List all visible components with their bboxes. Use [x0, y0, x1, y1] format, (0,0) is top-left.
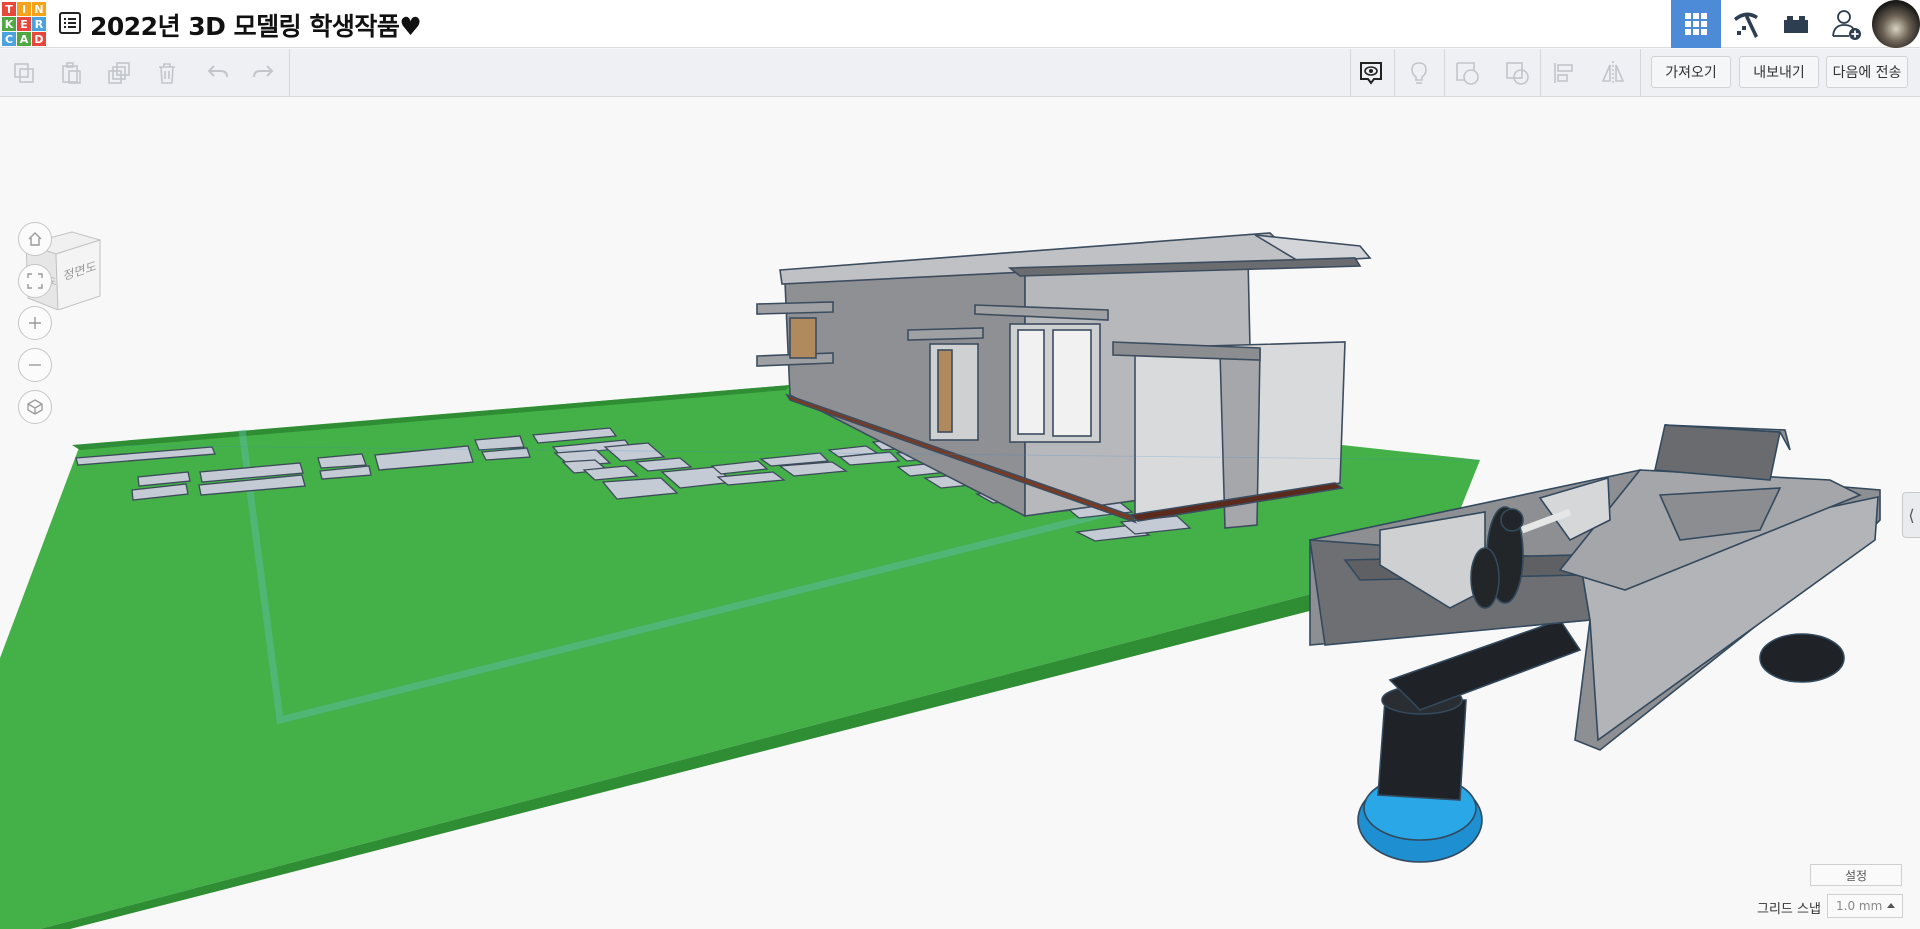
copy-icon[interactable] [10, 59, 38, 87]
user-avatar[interactable] [1872, 0, 1920, 48]
add-user-icon[interactable] [1821, 0, 1871, 48]
edit-toolbar: 가져오기 내보내기 다음에 전송 [0, 49, 1920, 97]
logo-letter: C [2, 32, 16, 46]
ortho-icon[interactable] [18, 390, 52, 424]
undo-icon[interactable] [204, 59, 232, 87]
zoom-out-icon[interactable] [18, 348, 52, 382]
3d-scene[interactable] [0, 98, 1920, 929]
design-list-icon[interactable] [58, 11, 82, 35]
app-header: T I N K E R C A D 2022년 3D 모델링 학생작품♥ [0, 0, 1920, 48]
grid-snap-value: 1.0 mm [1836, 899, 1883, 913]
logo-letter: E [17, 17, 31, 31]
logo-letter: I [17, 2, 31, 16]
delete-icon[interactable] [153, 59, 181, 87]
chevron-left-icon: ⟨ [1908, 505, 1915, 525]
mirror-icon[interactable] [1599, 59, 1627, 87]
notes-icon[interactable] [1357, 59, 1385, 87]
3d-design-grid-icon[interactable] [1671, 0, 1721, 48]
toolbar-divider [1394, 49, 1395, 97]
home-icon[interactable] [18, 222, 52, 256]
tinkercad-logo[interactable]: T I N K E R C A D [2, 2, 46, 46]
logo-letter: A [17, 32, 31, 46]
redo-icon[interactable] [249, 59, 277, 87]
grid-snap-select[interactable]: 1.0 mm [1827, 894, 1903, 918]
pickaxe-icon[interactable] [1721, 0, 1771, 48]
ungroup-icon[interactable] [1503, 59, 1531, 87]
workplane-viewport[interactable]: 왼쪽면도 정면도 [0, 98, 1920, 929]
toolbar-divider [1444, 49, 1445, 97]
toolbar-divider [1540, 49, 1541, 97]
logo-letter: D [32, 32, 46, 46]
design-title[interactable]: 2022년 3D 모델링 학생작품♥ [90, 7, 422, 43]
toolbar-divider [1350, 49, 1351, 97]
fit-icon[interactable] [18, 264, 52, 298]
logo-letter: R [32, 17, 46, 31]
toolbar-divider [1640, 49, 1641, 97]
logo-letter: T [2, 2, 16, 16]
send-to-button[interactable]: 다음에 전송 [1826, 56, 1908, 88]
align-icon[interactable] [1550, 59, 1578, 87]
grid-snap-label: 그리드 스냅 [1757, 902, 1821, 917]
group-icon[interactable] [1453, 59, 1481, 87]
logo-letter: K [2, 17, 16, 31]
export-button[interactable]: 내보내기 [1739, 56, 1819, 88]
light-icon[interactable] [1405, 59, 1433, 87]
settings-button[interactable]: 설정 [1810, 864, 1902, 886]
logo-letter: N [32, 2, 46, 16]
zoom-in-icon[interactable] [18, 306, 52, 340]
panel-collapse-toggle[interactable]: ⟨ [1902, 492, 1920, 538]
duplicate-icon[interactable] [105, 59, 133, 87]
import-button[interactable]: 가져오기 [1651, 56, 1731, 88]
paste-icon[interactable] [57, 59, 85, 87]
toolbar-divider [289, 49, 290, 97]
caret-up-icon [1887, 903, 1895, 908]
bricks-icon[interactable] [1771, 0, 1821, 48]
